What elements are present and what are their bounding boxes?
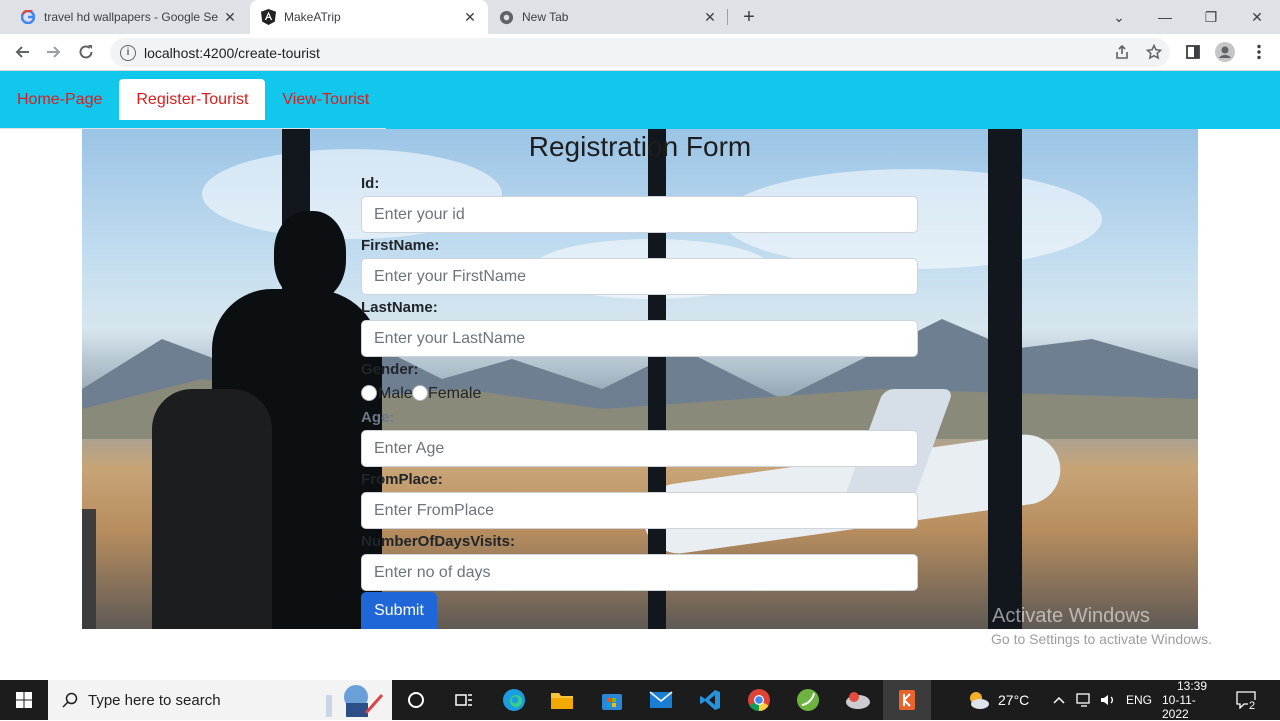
firstname-input[interactable]: Enter your FirstName [361,258,918,295]
fromplace-input[interactable]: Enter FromPlace [361,492,918,529]
clock-time: 13:39 [1176,679,1208,693]
active-app-icon[interactable] [883,680,931,720]
cortana-icon[interactable] [392,680,440,720]
weather-icon [966,688,990,712]
site-info-icon[interactable]: i [120,44,136,61]
clock[interactable]: 13:39 10-11-2022 [1162,679,1222,721]
browser-toolbar: i localhost:4200/create-tourist [0,34,1280,71]
close-tab-icon[interactable]: ✕ [222,9,238,25]
tab-title: MakeATrip [284,10,341,24]
clock-date: 10-11-2022 [1162,693,1196,721]
gender-male-label: Male [378,385,413,402]
browser-tab-google[interactable]: travel hd wallpapers - Google Se ✕ [0,0,248,34]
chrome-icon [498,9,514,25]
browser-tab-makeatrip[interactable]: MakeATrip ✕ [250,0,488,34]
hidden-icons-chevron-icon[interactable] [1053,680,1065,720]
search-icon [62,692,78,708]
lastname-input[interactable]: Enter your LastName [361,320,918,357]
network-icon[interactable] [1076,680,1092,720]
mail-icon[interactable] [637,680,685,720]
url-text: localhost:4200/create-tourist [144,44,320,61]
days-input[interactable]: Enter no of days [361,554,918,591]
search-highlight-icon [322,683,386,717]
activate-windows-subtitle: Go to Settings to activate Windows. [991,631,1212,647]
age-label: Age: [361,409,395,426]
firstname-label: FirstName: [361,237,440,254]
nav-register-tourist[interactable]: Register-Tourist [119,79,266,120]
gender-female-label: Female [428,385,482,402]
tab-search-icon[interactable]: ⌄ [1096,0,1142,34]
tab-title: New Tab [522,10,569,24]
weather-widget[interactable]: 27°C [966,680,1029,720]
profile-avatar-icon[interactable] [1214,41,1236,63]
app-navbar: Home-Page Register-Tourist View-Tourist [0,71,1280,129]
tab-title: travel hd wallpapers - Google Se [44,10,219,24]
windows-taskbar: Type here to search 27°C ENG 13:39 10-11… [0,679,1280,721]
volume-icon[interactable] [1100,680,1116,720]
edge-icon[interactable] [490,680,538,720]
form-title: Registration Form [528,131,752,162]
chrome-taskbar-icon[interactable] [735,680,783,720]
gender-female-radio[interactable] [412,385,428,401]
share-icon[interactable] [1111,41,1133,63]
age-input[interactable]: Enter Age [361,430,918,467]
weather-temp: 27°C [998,692,1030,708]
forward-icon[interactable] [41,39,67,65]
id-label: Id: [361,175,380,192]
side-panel-icon[interactable] [1182,41,1204,63]
id-input[interactable]: Enter your id [361,196,918,233]
microsoft-store-icon[interactable] [588,680,636,720]
file-explorer-icon[interactable] [538,680,586,720]
taskbar-search-box[interactable]: Type here to search [48,680,392,720]
days-label: NumberOfDaysVisits: [361,533,515,550]
tab-separator [727,9,728,25]
bookmark-star-icon[interactable] [1143,41,1165,63]
vscode-icon[interactable] [686,680,734,720]
notification-center-icon[interactable]: 2 [1236,680,1257,720]
google-icon [20,9,36,25]
task-view-icon[interactable] [440,680,488,720]
restore-icon[interactable]: ❐ [1188,0,1234,34]
browser-tab-strip: travel hd wallpapers - Google Se ✕ MakeA… [0,0,1280,34]
spring-tool-icon[interactable] [784,680,832,720]
app-icon[interactable] [834,680,882,720]
nav-tabs: Home-Page Register-Tourist View-Tourist [0,79,387,129]
gender-male-radio[interactable] [361,385,377,401]
language-indicator[interactable]: ENG [1126,680,1152,720]
reload-icon[interactable] [73,39,99,65]
nav-home-page[interactable]: Home-Page [0,79,119,120]
close-tab-icon[interactable]: ✕ [702,9,718,25]
back-icon[interactable] [9,39,35,65]
activate-windows-title: Activate Windows [992,605,1150,627]
windows-start-icon[interactable] [0,680,48,720]
close-window-icon[interactable]: ✕ [1234,0,1280,34]
gender-label: Gender: [361,361,419,378]
angular-icon [260,9,276,25]
browser-tab-newtab[interactable]: New Tab ✕ [488,0,728,34]
close-tab-icon[interactable]: ✕ [462,9,478,25]
menu-kebab-icon[interactable] [1248,41,1270,63]
nav-view-tourist[interactable]: View-Tourist [265,79,386,120]
new-tab-button[interactable]: + [738,6,760,28]
minimize-icon[interactable]: — [1142,0,1188,34]
address-bar[interactable]: i localhost:4200/create-tourist [110,38,1170,67]
submit-button[interactable]: Submit [361,592,437,629]
lastname-label: LastName: [361,299,438,316]
fromplace-label: FromPlace: [361,471,443,488]
notification-count: 2 [1248,700,1257,712]
search-placeholder: Type here to search [88,691,221,709]
